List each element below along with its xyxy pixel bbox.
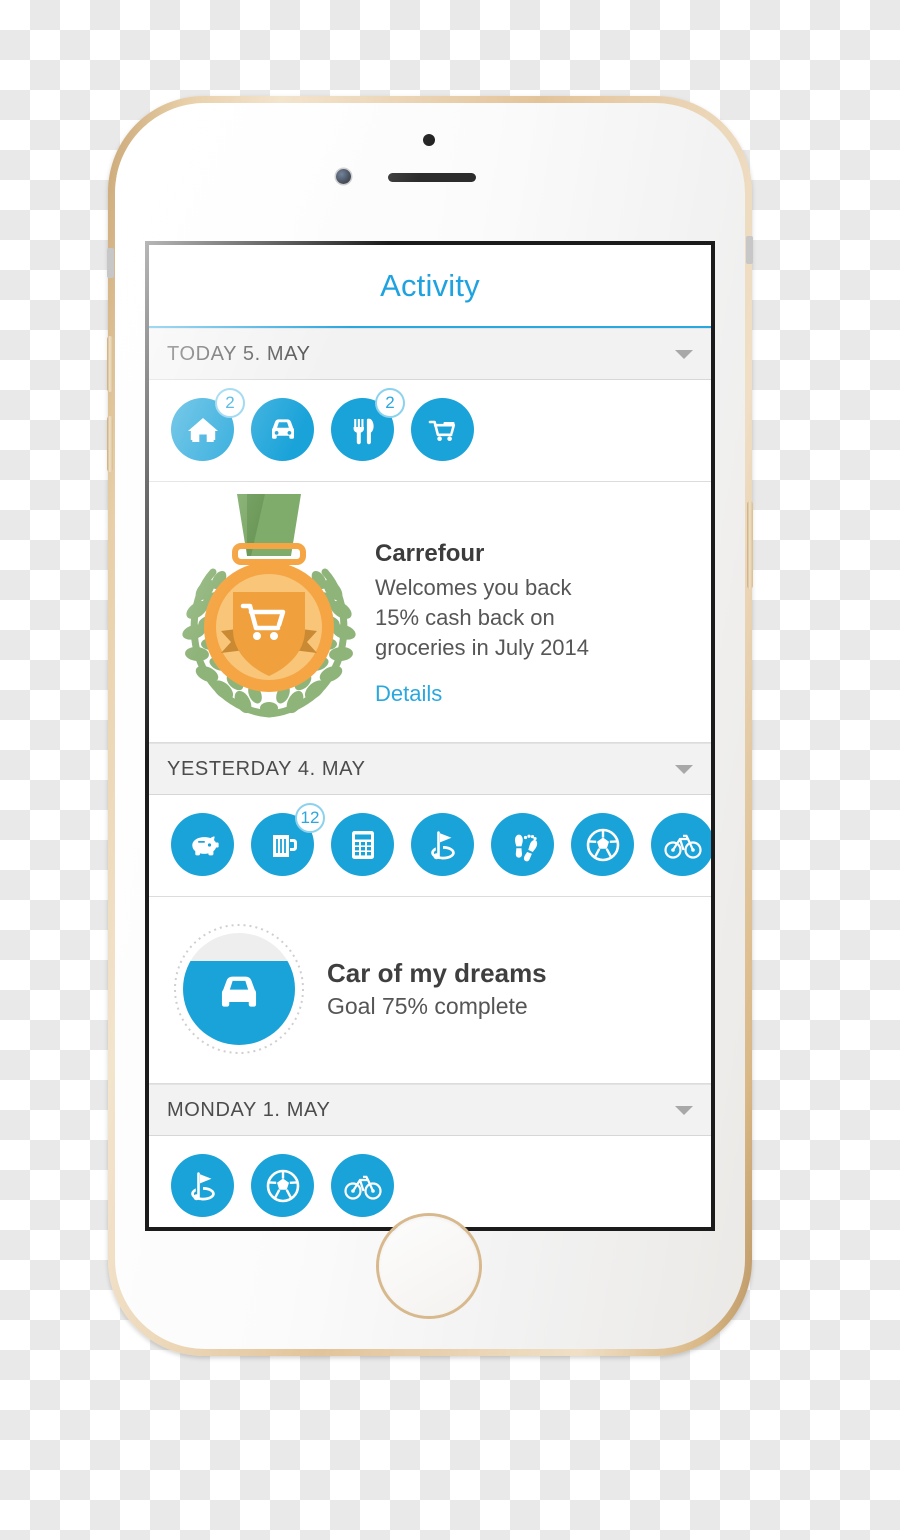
soccer-ball-icon: [571, 813, 634, 876]
section-title-today: TODAY 5. MAY: [167, 342, 311, 365]
golf-icon: [411, 813, 474, 876]
bicycle-icon: [651, 813, 711, 876]
activity-icon-golf[interactable]: [171, 1154, 234, 1217]
chevron-down-icon[interactable]: [675, 349, 693, 359]
page-title: Activity: [380, 267, 480, 303]
section-header-monday[interactable]: MONDAY 1. MAY: [149, 1084, 711, 1136]
power-button[interactable]: [747, 501, 753, 589]
front-camera-icon: [336, 169, 351, 184]
icon-strip-yesterday: 12: [149, 795, 711, 897]
activity-icon-budget[interactable]: [331, 813, 394, 876]
activity-icon-golf[interactable]: [411, 813, 474, 876]
car-icon: [251, 398, 314, 461]
footsteps-icon: [491, 813, 554, 876]
promo-merchant-name: Carrefour: [375, 540, 485, 567]
car-progress-icon: [171, 921, 307, 1057]
activity-icon-football[interactable]: [571, 813, 634, 876]
volume-down-button[interactable]: [107, 416, 113, 472]
activity-icon-dining[interactable]: 2: [331, 388, 405, 461]
activity-icon-savings[interactable]: [171, 813, 234, 876]
proximity-sensor: [423, 134, 435, 146]
shopping-cart-icon: [411, 398, 474, 461]
phone-screen: Activity TODAY 5. MAY 2 2 Carrefour Welc…: [145, 241, 715, 1231]
mute-switch[interactable]: [107, 248, 114, 278]
activity-icon-bar[interactable]: 12: [251, 803, 325, 876]
badge-count: 2: [375, 388, 405, 418]
goal-subtitle: Goal 75% complete: [327, 993, 528, 1019]
home-button[interactable]: [379, 1216, 479, 1316]
promo-line-1: Welcomes you back: [375, 575, 572, 600]
bicycle-icon: [331, 1154, 394, 1217]
activity-icon-car[interactable]: [251, 398, 314, 461]
earpiece-speaker: [388, 173, 476, 182]
activity-icon-home[interactable]: 2: [171, 388, 245, 461]
goal-title: Car of my dreams: [327, 958, 547, 988]
chevron-down-icon[interactable]: [675, 764, 693, 774]
activity-icon-cycling[interactable]: [331, 1154, 394, 1217]
icon-strip-monday: [149, 1136, 711, 1227]
activity-icon-football[interactable]: [251, 1154, 314, 1217]
volume-up-button[interactable]: [107, 336, 113, 392]
promo-card-carrefour[interactable]: Carrefour Welcomes you back 15% cash bac…: [149, 482, 711, 743]
calculator-icon: [331, 813, 394, 876]
badge-count: 12: [295, 803, 325, 833]
activity-icon-shopping[interactable]: [411, 398, 474, 461]
chevron-down-icon[interactable]: [675, 1105, 693, 1115]
phone-device: Activity TODAY 5. MAY 2 2 Carrefour Welc…: [107, 96, 753, 1356]
golf-icon: [171, 1154, 234, 1217]
badge-count: 2: [215, 388, 245, 418]
section-header-yesterday[interactable]: YESTERDAY 4. MAY: [149, 743, 711, 795]
section-title-yesterday: YESTERDAY 4. MAY: [167, 757, 366, 780]
promo-line-2: 15% cash back on: [375, 605, 555, 630]
soccer-ball-icon: [251, 1154, 314, 1217]
activity-icon-cycling[interactable]: [651, 813, 711, 876]
promo-details-link[interactable]: Details: [375, 681, 589, 707]
promo-line-3: groceries in July 2014: [375, 635, 590, 660]
piggy-bank-icon: [171, 813, 234, 876]
goal-card-car[interactable]: Car of my dreams Goal 75% complete: [149, 897, 711, 1084]
section-title-monday: MONDAY 1. MAY: [167, 1098, 331, 1121]
award-medal-icon: [169, 494, 369, 724]
section-header-today[interactable]: TODAY 5. MAY: [149, 328, 711, 380]
icon-strip-today: 2 2: [149, 380, 711, 482]
navigation-bar: Activity: [149, 245, 711, 328]
activity-icon-walking[interactable]: [491, 813, 554, 876]
right-antenna-band: [746, 236, 753, 264]
